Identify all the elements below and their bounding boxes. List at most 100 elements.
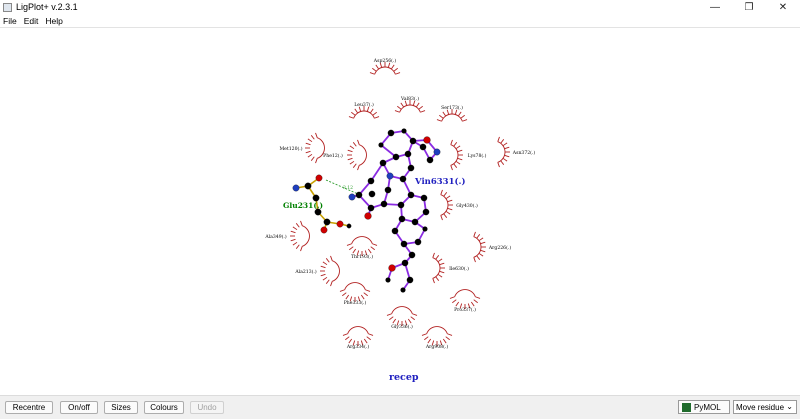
menu-file[interactable]: File	[0, 16, 21, 26]
carbon-atom[interactable]	[407, 164, 415, 172]
title-bar: LigPlot+ v.2.3.1 — ❐ ✕	[0, 0, 800, 14]
hbond-distance-label: 3.12	[343, 185, 353, 191]
carbon-atom[interactable]	[411, 218, 419, 226]
residue-label: Arg908(.)	[425, 343, 448, 350]
carbon-atom[interactable]	[398, 215, 406, 223]
close-button[interactable]: ✕	[766, 0, 800, 14]
plot-canvas[interactable]: Vin6331(.) Glu231(.) 3.12 recep Asp256(.…	[0, 28, 800, 395]
carbon-atom[interactable]	[406, 276, 414, 284]
residue-label: Phe333(.)	[344, 299, 367, 306]
carbon-atom[interactable]	[419, 143, 427, 151]
carbon-atom[interactable]	[409, 137, 417, 145]
residue-label: Gly430(.)	[456, 202, 478, 209]
carbon-atom[interactable]	[368, 190, 376, 198]
nitrogen-atom[interactable]	[386, 172, 394, 180]
app-icon	[3, 2, 12, 12]
menu-edit[interactable]: Edit	[21, 16, 43, 26]
carbon-atom[interactable]	[392, 153, 400, 161]
hydrophobic-contact[interactable]	[421, 326, 453, 346]
carbon-atom[interactable]	[422, 226, 428, 232]
residue-label: Ala349(.)	[264, 233, 287, 240]
residue-label: Thr193(.)	[351, 253, 373, 260]
oxygen-atom[interactable]	[364, 212, 372, 220]
carbon-atom[interactable]	[346, 223, 352, 229]
residue-label: Arg226(.)	[488, 244, 511, 251]
carbon-atom[interactable]	[323, 218, 331, 226]
nitrogen-atom[interactable]	[292, 184, 300, 192]
carbon-atom[interactable]	[401, 128, 407, 134]
residue-label: Arg334(.)	[346, 343, 369, 350]
residue-label: Phe12(.)	[323, 152, 343, 159]
nitrogen-atom[interactable]	[433, 148, 441, 156]
recentre-button[interactable]: Recentre	[5, 401, 53, 414]
window-title: LigPlot+ v.2.3.1	[16, 2, 78, 12]
hydrophobic-contact[interactable]	[339, 282, 371, 302]
residue-label: Val83(.)	[400, 95, 419, 102]
pymol-icon	[682, 402, 691, 412]
hydrophobic-contact[interactable]	[320, 255, 340, 287]
oxygen-atom[interactable]	[315, 174, 323, 182]
carbon-atom[interactable]	[401, 259, 409, 267]
carbon-atom[interactable]	[367, 204, 375, 212]
colours-button[interactable]: Colours	[144, 401, 184, 414]
carbon-atom[interactable]	[380, 200, 388, 208]
hydrophobic-contact[interactable]	[449, 289, 481, 309]
hydrophobic-contact[interactable]	[290, 220, 310, 252]
oxygen-atom[interactable]	[336, 220, 344, 228]
carbon-atom[interactable]	[400, 240, 408, 248]
hydrophobic-contact[interactable]	[432, 252, 445, 284]
carbon-atom[interactable]	[414, 238, 422, 246]
oxygen-atom[interactable]	[320, 226, 328, 234]
residue-label: Ile630(.)	[449, 265, 469, 272]
hbond-residue-label[interactable]: Glu231(.)	[283, 201, 323, 210]
minimize-button[interactable]: —	[698, 0, 732, 14]
oxygen-atom[interactable]	[423, 136, 431, 144]
carbon-atom[interactable]	[400, 287, 406, 293]
carbon-atom[interactable]	[404, 150, 412, 158]
nitrogen-atom[interactable]	[348, 193, 356, 201]
carbon-atom[interactable]	[384, 186, 392, 194]
residue-label: Ala213(.)	[294, 268, 317, 275]
oxygen-atom[interactable]	[388, 264, 396, 272]
carbon-atom[interactable]	[407, 191, 415, 199]
receptor-label[interactable]: recep	[389, 372, 419, 383]
pymol-button[interactable]: PyMOL	[678, 400, 730, 414]
carbon-atom[interactable]	[397, 201, 405, 209]
carbon-atom[interactable]	[355, 191, 363, 199]
carbon-atom[interactable]	[391, 227, 399, 235]
hydrophobic-contact[interactable]	[473, 231, 486, 263]
carbon-atom[interactable]	[304, 182, 312, 190]
hydrophobic-contact[interactable]	[450, 139, 463, 171]
residue-label: Pro337(.)	[454, 306, 476, 313]
carbon-atom[interactable]	[426, 156, 434, 164]
hydrophobic-contact[interactable]	[440, 189, 453, 221]
bottom-toolbar: Recentre On/off Sizes Colours Undo PyMOL…	[0, 395, 800, 419]
carbon-atom[interactable]	[378, 142, 384, 148]
carbon-atom[interactable]	[385, 277, 391, 283]
menu-help[interactable]: Help	[42, 16, 66, 26]
hydrophobic-contact[interactable]	[346, 236, 378, 256]
hydrophobic-contact[interactable]	[305, 132, 325, 164]
hydrophobic-contact[interactable]	[342, 326, 374, 346]
hydrophobic-contact[interactable]	[347, 139, 367, 171]
hydrophobic-contact[interactable]	[386, 306, 418, 326]
undo-button[interactable]: Undo	[190, 401, 224, 414]
ligand-label[interactable]: Vin6331(.)	[414, 176, 466, 187]
carbon-atom[interactable]	[422, 208, 430, 216]
carbon-atom[interactable]	[379, 159, 387, 167]
carbon-atom[interactable]	[408, 251, 416, 259]
carbon-atom[interactable]	[399, 175, 407, 183]
carbon-atom[interactable]	[367, 177, 375, 185]
carbon-atom[interactable]	[420, 194, 428, 202]
chevron-down-icon: ⌄	[786, 402, 793, 411]
maximize-button[interactable]: ❐	[732, 0, 766, 14]
onoff-button[interactable]: On/off	[60, 401, 98, 414]
carbon-atom[interactable]	[387, 129, 395, 137]
sizes-button[interactable]: Sizes	[104, 401, 138, 414]
residue-label: Asn372(.)	[512, 149, 536, 156]
mode-select[interactable]: Move residue ⌄	[733, 400, 797, 414]
ligplot-diagram[interactable]: Vin6331(.) Glu231(.) 3.12 recep Asp256(.…	[0, 28, 800, 395]
pymol-label: PyMOL	[694, 402, 721, 412]
hbond-line	[325, 179, 359, 195]
hydrophobic-contact[interactable]	[497, 136, 510, 168]
